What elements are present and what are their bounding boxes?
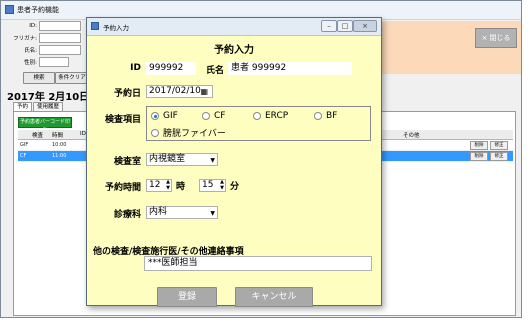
hour-value: 12 [149,180,161,190]
radio-icon [314,112,322,120]
name-field[interactable]: 患者 999992 [228,62,352,75]
id-field[interactable]: 999992 [146,62,196,75]
delete-button[interactable]: 削除 [470,141,488,150]
radio-icon [253,112,261,120]
search-panel: ID: フリガナ: 氏名: 性別: 検索 条件クリア [5,21,97,84]
row-exam: GIF [20,142,29,148]
calendar-icon: ▦ [200,87,208,96]
dialog-close-icon[interactable]: × [353,20,377,32]
main-window-title: 患者予約機能 [17,6,59,14]
close-button[interactable]: × 閉じる [475,28,517,48]
kana-search-label: フリガナ: [13,36,37,42]
col-id: ID [80,131,86,137]
chevron-down-icon: ▼ [210,157,215,164]
hour-stepper[interactable]: 12 ▲ ▼ [146,179,172,192]
edit-button[interactable]: 修正 [490,152,508,161]
exam-option-bf[interactable]: BF [314,111,337,121]
exam-option-label: CF [214,111,226,121]
sex-search-label: 性別: [24,60,37,66]
room-value: 内視鏡室 [149,154,186,164]
exam-option-label: BF [326,111,338,121]
clear-conditions-button[interactable]: 条件クリア [55,72,89,84]
selected-date: 2017年 2月10日 [7,92,90,103]
room-select[interactable]: 内視鏡室 ▼ [146,153,218,166]
hour-unit: 時 [176,182,186,192]
dialog-heading: 予約入力 [214,45,254,56]
col-exam: 検査 [32,133,44,139]
reservation-dialog: 予約入力 – □ × 予約入力 ID 999992 氏名 患者 999992 予… [86,17,382,307]
dialog-app-icon [91,22,99,30]
exam-option-label: GIF [163,111,178,121]
maximize-icon[interactable]: □ [337,20,353,32]
exam-option-cf[interactable]: CF [202,111,225,121]
notes-input[interactable]: ***医師担当 [144,256,372,271]
close-button-label: 閉じる [489,34,511,42]
col-time: 時間 [52,133,64,139]
stepper-arrows-icon: ▲ ▼ [220,179,224,191]
name-search-input[interactable] [39,45,81,55]
kana-search-input[interactable] [39,33,81,43]
exam-option-label: 膀胱ファイバー [163,129,226,139]
radio-selected-icon [151,112,159,120]
date-picker[interactable]: 2017/02/10 ▦ [146,85,213,98]
name-label: 氏名 [205,66,224,76]
time-label: 予約時間 [104,183,141,193]
exam-label: 検査項目 [104,115,141,125]
stepper-arrows-icon: ▲ ▼ [166,179,170,191]
date-value: 2017/02/10 [149,86,201,96]
date-label: 予約日 [113,89,141,99]
app-icon [5,5,14,14]
department-select[interactable]: 内科 ▼ [146,206,218,219]
chevron-down-icon: ▼ [210,210,215,217]
edit-button[interactable]: 修正 [490,141,508,150]
radio-icon [151,128,159,137]
sex-select[interactable] [39,57,69,67]
exam-option-gif[interactable]: GIF [151,111,178,121]
radio-icon [202,112,210,120]
minimize-icon[interactable]: – [321,20,337,32]
close-x-icon: × [481,34,488,42]
id-search-label: ID: [29,23,37,29]
cancel-button[interactable]: キャンセル [235,287,313,307]
exam-option-cystoscope[interactable]: 膀胱ファイバー [151,126,226,139]
delete-button[interactable]: 削除 [470,152,488,161]
row-time: 11:00 [52,153,67,159]
exam-options-group: GIF CF ERCP BF 膀胱ファイバー [146,106,371,141]
department-label: 診療科 [113,210,141,220]
col-other: その他 [403,133,420,139]
department-value: 内科 [149,207,168,217]
search-button[interactable]: 検索 [23,72,55,84]
id-search-input[interactable] [39,21,81,31]
minute-value: 15 [202,180,214,190]
room-label: 検査室 [113,157,141,167]
row-exam: CF [20,153,27,159]
register-button[interactable]: 登録 [157,287,217,307]
exam-option-label: ERCP [265,111,289,121]
minute-unit: 分 [230,182,240,192]
id-label: ID [130,63,141,73]
row-time: 10:00 [52,142,67,148]
dialog-titlebar: 予約入力 – □ × [87,18,381,36]
exam-option-ercp[interactable]: ERCP [253,111,288,121]
dialog-title: 予約入力 [103,24,129,32]
minute-stepper[interactable]: 15 ▲ ▼ [199,179,226,192]
barcode-print-button[interactable]: 予約患者バーコード印刷 [18,117,72,134]
name-search-label: 氏名: [24,48,37,54]
